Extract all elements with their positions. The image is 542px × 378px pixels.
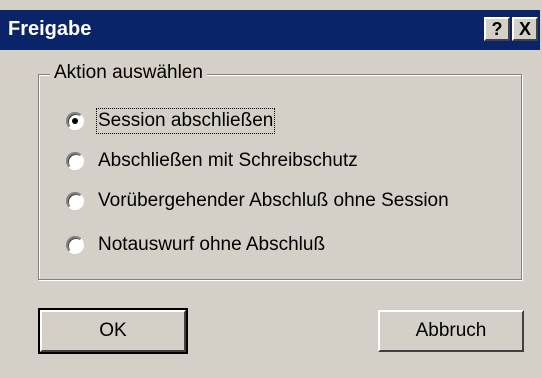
radio-label: Notauswurf ohne Abschluß xyxy=(98,234,326,255)
window-title: Freigabe xyxy=(8,18,92,40)
radio-option-schreibschutz[interactable]: Abschließen mit Schreibschutz xyxy=(66,150,358,172)
title-bar[interactable]: Freigabe ? X xyxy=(0,10,540,50)
radio-icon[interactable] xyxy=(66,236,84,254)
radio-selected-icon[interactable] xyxy=(66,112,84,130)
group-label: Aktion auswählen xyxy=(50,62,207,84)
close-button[interactable]: X xyxy=(512,17,538,41)
radio-icon[interactable] xyxy=(66,192,84,210)
radio-label: Session abschließen xyxy=(95,108,276,134)
radio-label: Abschließen mit Schreibschutz xyxy=(98,150,358,171)
radio-option-notauswurf[interactable]: Notauswurf ohne Abschluß xyxy=(66,234,325,256)
radio-dot-icon xyxy=(72,118,78,124)
help-button[interactable]: ? xyxy=(484,17,510,41)
dialog-window: Freigabe ? X Aktion auswählen Session ab… xyxy=(0,0,542,378)
cancel-button[interactable]: Abbruch xyxy=(378,310,524,352)
radio-label: Vorübergehender Abschluß ohne Session xyxy=(98,190,449,211)
radio-option-voruebergehend[interactable]: Vorübergehender Abschluß ohne Session xyxy=(66,190,449,212)
radio-option-session-abschliessen[interactable]: Session abschließen xyxy=(66,108,276,134)
ok-button[interactable]: OK xyxy=(38,308,188,354)
radio-icon[interactable] xyxy=(66,152,84,170)
